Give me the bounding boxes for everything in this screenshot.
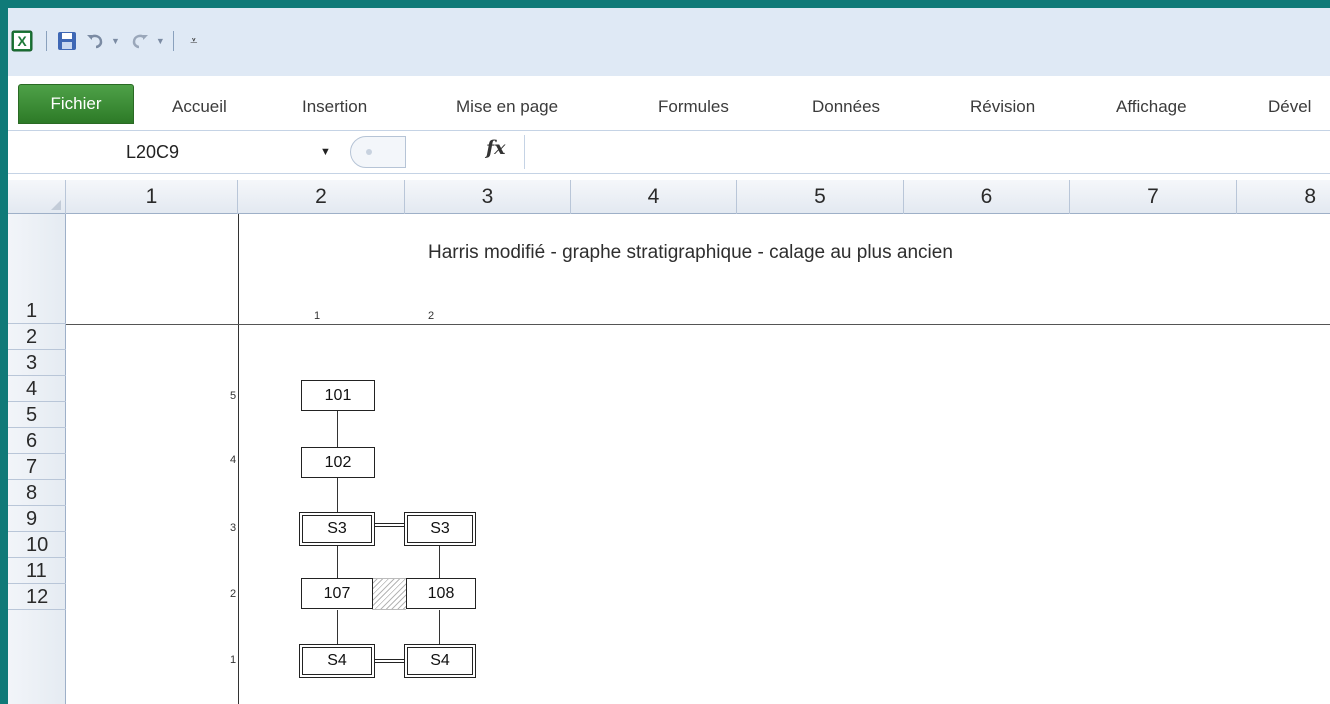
row-header-11[interactable]: 11 (8, 558, 66, 584)
connector-107-s4 (337, 610, 338, 644)
connector-102-s3 (337, 478, 338, 512)
column-header-4[interactable]: 4 (571, 180, 737, 214)
node-107: 107 (301, 578, 373, 609)
row-header-10[interactable]: 10 (8, 532, 66, 558)
tab-affichage[interactable]: Affichage (1106, 90, 1197, 124)
node-101: 101 (301, 380, 375, 411)
row-header-7[interactable]: 7 (8, 454, 66, 480)
svg-text:X: X (17, 33, 27, 49)
level-label-4: 4 (230, 454, 237, 466)
sheet-title: Harris modifié - graphe stratigraphique … (428, 242, 953, 263)
tab-insertion[interactable]: Insertion (292, 90, 377, 124)
redo-dropdown-icon[interactable]: ▼ (156, 36, 165, 46)
row-header-2[interactable]: 2 (8, 324, 66, 350)
column-divider (238, 214, 239, 704)
row-header-8[interactable]: 8 (8, 480, 66, 506)
connector-s3-108 (439, 546, 440, 578)
connector-s3-107 (337, 546, 338, 578)
level-label-2: 2 (230, 588, 237, 600)
toolbar-separator (46, 31, 47, 51)
column-header-7[interactable]: 7 (1070, 180, 1237, 214)
toolbar-separator (172, 31, 174, 51)
node-102: 102 (301, 447, 375, 478)
node-s3-right: S3 (404, 512, 476, 546)
ribbon-tabs: Fichier Accueil Insertion Mise en page F… (8, 84, 1330, 130)
link-s4-s4 (374, 659, 406, 663)
row-divider (66, 324, 1330, 325)
row-header-3[interactable]: 3 (8, 350, 66, 376)
worksheet-cells[interactable]: Harris modifié - graphe stratigraphique … (66, 214, 1330, 704)
connector-108-s4 (439, 610, 440, 644)
excel-window: X ▼ ▼ ⩡ Fichier Accueil Insertion Mise e… (8, 8, 1330, 704)
node-108: 108 (406, 578, 476, 609)
level-label-3: 3 (230, 522, 237, 534)
customize-toolbar-icon[interactable]: ⩡ (182, 29, 206, 53)
tab-revision[interactable]: Révision (960, 90, 1045, 124)
row-header-bar: 1 2 3 4 5 6 7 8 9 10 11 12 (8, 214, 66, 704)
tab-accueil[interactable]: Accueil (162, 90, 237, 124)
column-header-bar: 1 2 3 4 5 6 7 8 (8, 180, 1330, 214)
excel-logo-icon[interactable]: X (10, 29, 34, 53)
select-all-button[interactable] (8, 180, 66, 214)
column-header-8[interactable]: 8 (1237, 180, 1330, 214)
node-s3-left: S3 (299, 512, 375, 546)
tab-donnees[interactable]: Données (802, 90, 890, 124)
row-header-1[interactable]: 1 (8, 214, 66, 324)
tab-fichier[interactable]: Fichier (18, 84, 134, 124)
tab-formules[interactable]: Formules (648, 90, 739, 124)
redo-icon[interactable] (128, 29, 152, 53)
save-icon[interactable] (55, 29, 79, 53)
name-box-value: L20C9 (126, 141, 180, 162)
undo-dropdown-icon[interactable]: ▼ (111, 36, 120, 46)
column-header-1[interactable]: 1 (66, 180, 238, 214)
level-label-5: 5 (230, 390, 237, 402)
column-header-5[interactable]: 5 (737, 180, 904, 214)
row-header-6[interactable]: 6 (8, 428, 66, 454)
column-header-2[interactable]: 2 (238, 180, 405, 214)
column-index-2: 2 (428, 310, 435, 322)
formula-cancel-enter-area[interactable] (350, 136, 406, 168)
insert-function-icon[interactable]: fx (486, 137, 506, 159)
quick-access-toolbar: X ▼ ▼ ⩡ (8, 8, 1330, 76)
row-header-9[interactable]: 9 (8, 506, 66, 532)
chevron-down-icon[interactable]: ▼ (320, 146, 331, 158)
connector-101-102 (337, 411, 338, 447)
formula-input[interactable] (524, 135, 1330, 169)
name-box[interactable]: L20C9 ▼ (8, 135, 338, 169)
node-s4-left: S4 (299, 644, 375, 678)
row-header-12[interactable]: 12 (8, 584, 66, 610)
tab-mise-en-page[interactable]: Mise en page (446, 90, 568, 124)
column-header-6[interactable]: 6 (904, 180, 1070, 214)
row-header-4[interactable]: 4 (8, 376, 66, 402)
column-header-3[interactable]: 3 (405, 180, 571, 214)
hatched-link (372, 578, 406, 610)
row-header-5[interactable]: 5 (8, 402, 66, 428)
column-index-1: 1 (314, 310, 321, 322)
link-s3-s3 (374, 523, 406, 527)
undo-icon[interactable] (83, 29, 107, 53)
formula-bar: L20C9 ▼ fx (8, 130, 1330, 174)
level-label-1: 1 (230, 654, 237, 666)
node-s4-right: S4 (404, 644, 476, 678)
tab-developpeur[interactable]: Dével (1258, 90, 1321, 124)
